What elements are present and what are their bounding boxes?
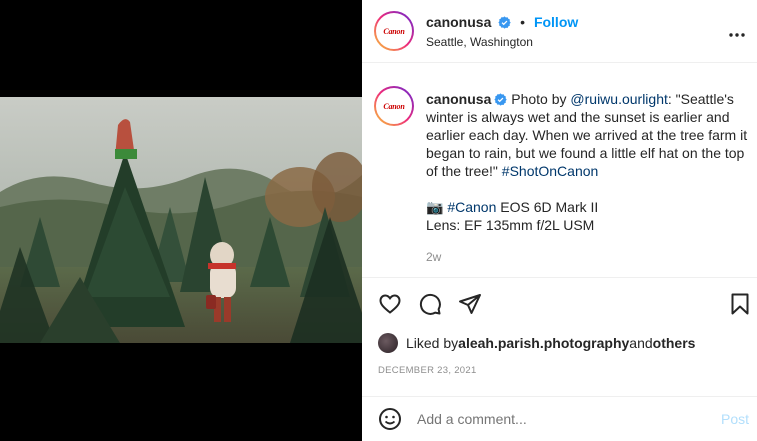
liker-avatar[interactable] (378, 333, 398, 353)
action-bar (362, 277, 757, 278)
header-user-row: canonusa • Follow (426, 14, 578, 30)
post-date[interactable]: DECEMBER 23, 2021 (378, 365, 477, 376)
verified-badge-icon (494, 93, 508, 106)
separator-dot: • (520, 14, 526, 30)
caption-avatar[interactable]: Canon (374, 86, 414, 126)
camera-model: EOS 6D Mark II (496, 199, 599, 215)
follow-button[interactable]: Follow (534, 14, 578, 30)
smiley-icon[interactable] (378, 407, 402, 431)
likes-middle: and (629, 335, 653, 351)
canon-logo: Canon (383, 26, 405, 36)
comment-input[interactable] (417, 411, 697, 427)
username-link[interactable]: canonusa (426, 14, 491, 30)
likes-others-link[interactable]: others (653, 335, 696, 351)
post-side-panel: Canon canonusa • Follow Seattle, Washing… (362, 0, 757, 441)
heart-icon[interactable] (378, 292, 402, 316)
lens-info: Lens: EF 135mm f/2L USM (426, 217, 595, 233)
comment-row: Post (362, 396, 757, 441)
canon-hashtag-link[interactable]: #Canon (447, 199, 496, 215)
verified-badge-icon (498, 16, 511, 29)
post-header: Canon canonusa • Follow Seattle, Washing… (362, 0, 757, 63)
location-link[interactable]: Seattle, Washington (426, 35, 533, 49)
post-caption: Canon canonusa Photo by @ruiwu.ourlight:… (362, 86, 757, 276)
photo-christmas-tree-farm (0, 97, 362, 343)
comment-icon[interactable] (418, 292, 442, 316)
caption-prefix: Photo by (511, 91, 571, 107)
likes-summary: Liked by aleah.parish.photography and ot… (378, 333, 695, 353)
more-horizontal-icon (729, 33, 745, 37)
media-pane (0, 0, 362, 441)
send-icon[interactable] (458, 292, 482, 316)
post-comment-button[interactable]: Post (721, 411, 749, 427)
likes-prefix: Liked by (406, 335, 459, 351)
hashtag-link[interactable]: #ShotOnCanon (502, 163, 599, 179)
liker-username[interactable]: aleah.parish.photography (458, 335, 629, 351)
camera-emoji: 📷 (426, 199, 444, 215)
avatar[interactable]: Canon (374, 11, 414, 51)
post-photo[interactable] (0, 97, 362, 343)
caption-timestamp[interactable]: 2w (426, 250, 441, 264)
caption-username[interactable]: canonusa (426, 91, 491, 107)
caption-text: canonusa Photo by @ruiwu.ourlight: "Seat… (426, 90, 752, 234)
more-options-button[interactable] (728, 22, 746, 43)
bookmark-icon[interactable] (728, 292, 752, 316)
mention-link[interactable]: @ruiwu.ourlight (570, 91, 667, 107)
canon-logo: Canon (383, 101, 405, 111)
